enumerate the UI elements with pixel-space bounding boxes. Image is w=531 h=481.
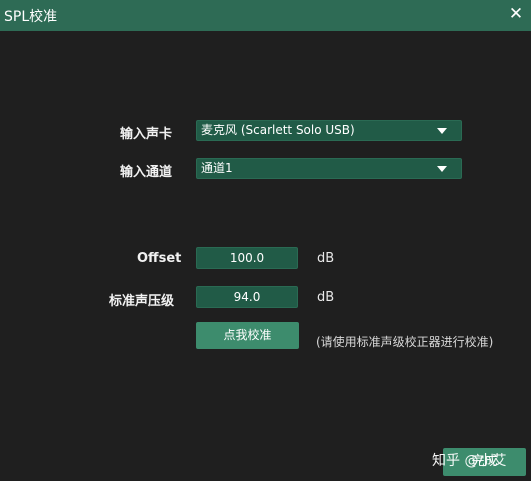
input-card-select[interactable]: 麦克风 (Scarlett Solo USB) xyxy=(196,120,462,141)
input-card-value: 麦克风 (Scarlett Solo USB) xyxy=(201,123,355,137)
offset-input[interactable]: 100.0 xyxy=(196,247,298,269)
calibrate-button[interactable]: 点我校准 xyxy=(196,322,299,349)
spl-unit: dB xyxy=(317,290,335,305)
close-icon[interactable]: ✕ xyxy=(506,3,526,25)
input-card-label: 输入声卡 xyxy=(120,127,173,142)
spl-label: 标准声压级 xyxy=(109,294,175,309)
title-bar: SPL校准 ✕ xyxy=(0,0,531,31)
chevron-down-icon xyxy=(437,128,447,134)
offset-unit: dB xyxy=(317,251,335,266)
window-title: SPL校准 xyxy=(4,9,58,25)
input-channel-value: 通道1 xyxy=(201,161,233,175)
watermark: 知乎 @小艾 xyxy=(432,453,507,469)
calibrate-hint: (请使用标准声级校正器进行校准) xyxy=(316,335,494,349)
spl-input[interactable]: 94.0 xyxy=(196,286,298,308)
input-channel-select[interactable]: 通道1 xyxy=(196,158,462,179)
offset-label: Offset xyxy=(137,251,182,266)
chevron-down-icon xyxy=(437,166,447,172)
input-channel-label: 输入通道 xyxy=(120,165,173,180)
